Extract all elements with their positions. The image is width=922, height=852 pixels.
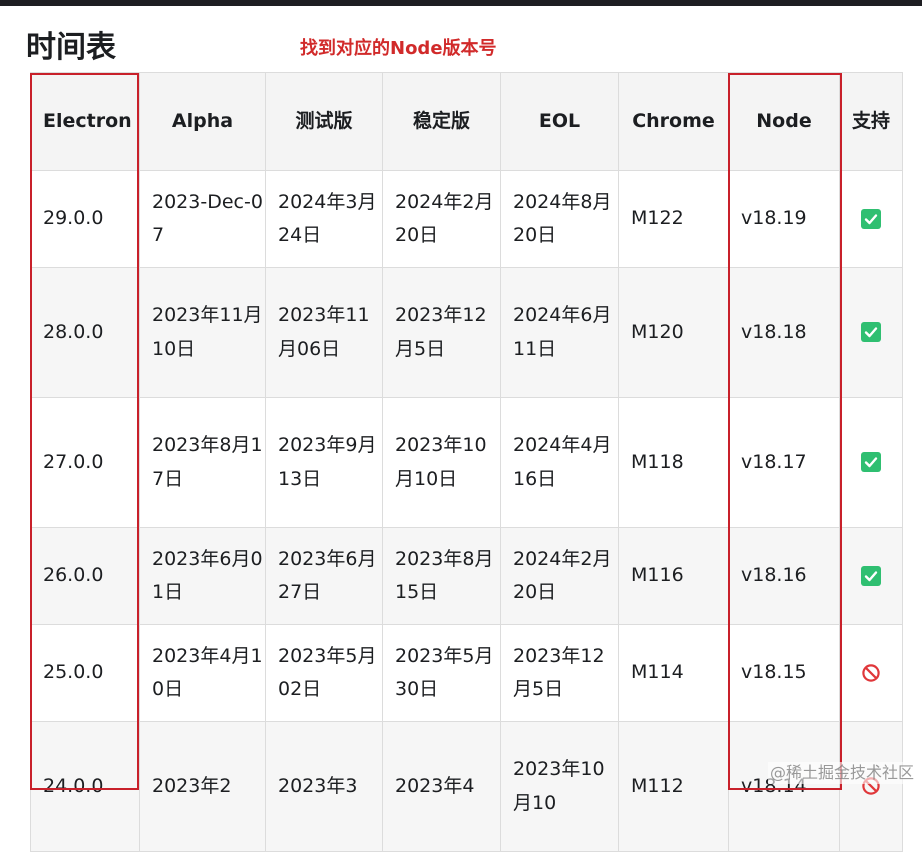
header-alpha[interactable]: Alpha bbox=[139, 72, 266, 171]
cell-eol: 2024年8月20日 bbox=[500, 170, 619, 268]
cell-beta: 2023年3 bbox=[265, 721, 383, 852]
header-chrome[interactable]: Chrome bbox=[618, 72, 729, 171]
header-stable[interactable]: 稳定版 bbox=[382, 72, 501, 171]
header-supported[interactable]: 支持 bbox=[839, 72, 903, 171]
cell-supported bbox=[839, 721, 903, 852]
cell-alpha: 2023年11月10日 bbox=[139, 267, 266, 398]
cell-eol: 2023年10月10 bbox=[500, 721, 619, 852]
prohibited-icon bbox=[861, 663, 881, 683]
cell-alpha: 2023年2 bbox=[139, 721, 266, 852]
cell-alpha: 2023年8月17日 bbox=[139, 397, 266, 528]
cell-supported bbox=[839, 527, 903, 625]
cell-beta: 2023年6月27日 bbox=[265, 527, 383, 625]
cell-alpha: 2023年4月10日 bbox=[139, 624, 266, 722]
check-icon bbox=[861, 565, 881, 586]
cell-eol: 2023年12月5日 bbox=[500, 624, 619, 722]
check-icon bbox=[861, 208, 881, 229]
check-icon bbox=[861, 322, 881, 343]
cell-stable: 2023年8月15日 bbox=[382, 527, 501, 625]
header-eol[interactable]: EOL bbox=[500, 72, 619, 171]
cell-beta: 2023年9月13日 bbox=[265, 397, 383, 528]
cell-chrome: M118 bbox=[618, 397, 729, 528]
cell-chrome: M120 bbox=[618, 267, 729, 398]
cell-chrome: M114 bbox=[618, 624, 729, 722]
node-column-highlight bbox=[728, 73, 842, 790]
cell-chrome: M122 bbox=[618, 170, 729, 268]
cell-stable: 2023年4 bbox=[382, 721, 501, 852]
cell-beta: 2023年11月06日 bbox=[265, 267, 383, 398]
cell-chrome: M116 bbox=[618, 527, 729, 625]
cell-stable: 2024年2月20日 bbox=[382, 170, 501, 268]
cell-beta: 2023年5月02日 bbox=[265, 624, 383, 722]
cell-supported bbox=[839, 397, 903, 528]
cell-beta: 2024年3月24日 bbox=[265, 170, 383, 268]
cell-stable: 2023年5月30日 bbox=[382, 624, 501, 722]
header-beta[interactable]: 测试版 bbox=[265, 72, 383, 171]
cell-supported bbox=[839, 170, 903, 268]
cell-chrome: M112 bbox=[618, 721, 729, 852]
check-icon bbox=[861, 452, 881, 473]
cell-supported bbox=[839, 267, 903, 398]
cell-stable: 2023年12月5日 bbox=[382, 267, 501, 398]
watermark: @稀土掘金技术社区 bbox=[767, 762, 916, 784]
electron-column-highlight bbox=[30, 73, 139, 790]
cell-supported bbox=[839, 624, 903, 722]
cell-alpha: 2023年6月01日 bbox=[139, 527, 266, 625]
cell-alpha: 2023-Dec-07 bbox=[139, 170, 266, 268]
cell-stable: 2023年10月10日 bbox=[382, 397, 501, 528]
cell-eol: 2024年4月16日 bbox=[500, 397, 619, 528]
cell-eol: 2024年6月11日 bbox=[500, 267, 619, 398]
cell-eol: 2024年2月20日 bbox=[500, 527, 619, 625]
